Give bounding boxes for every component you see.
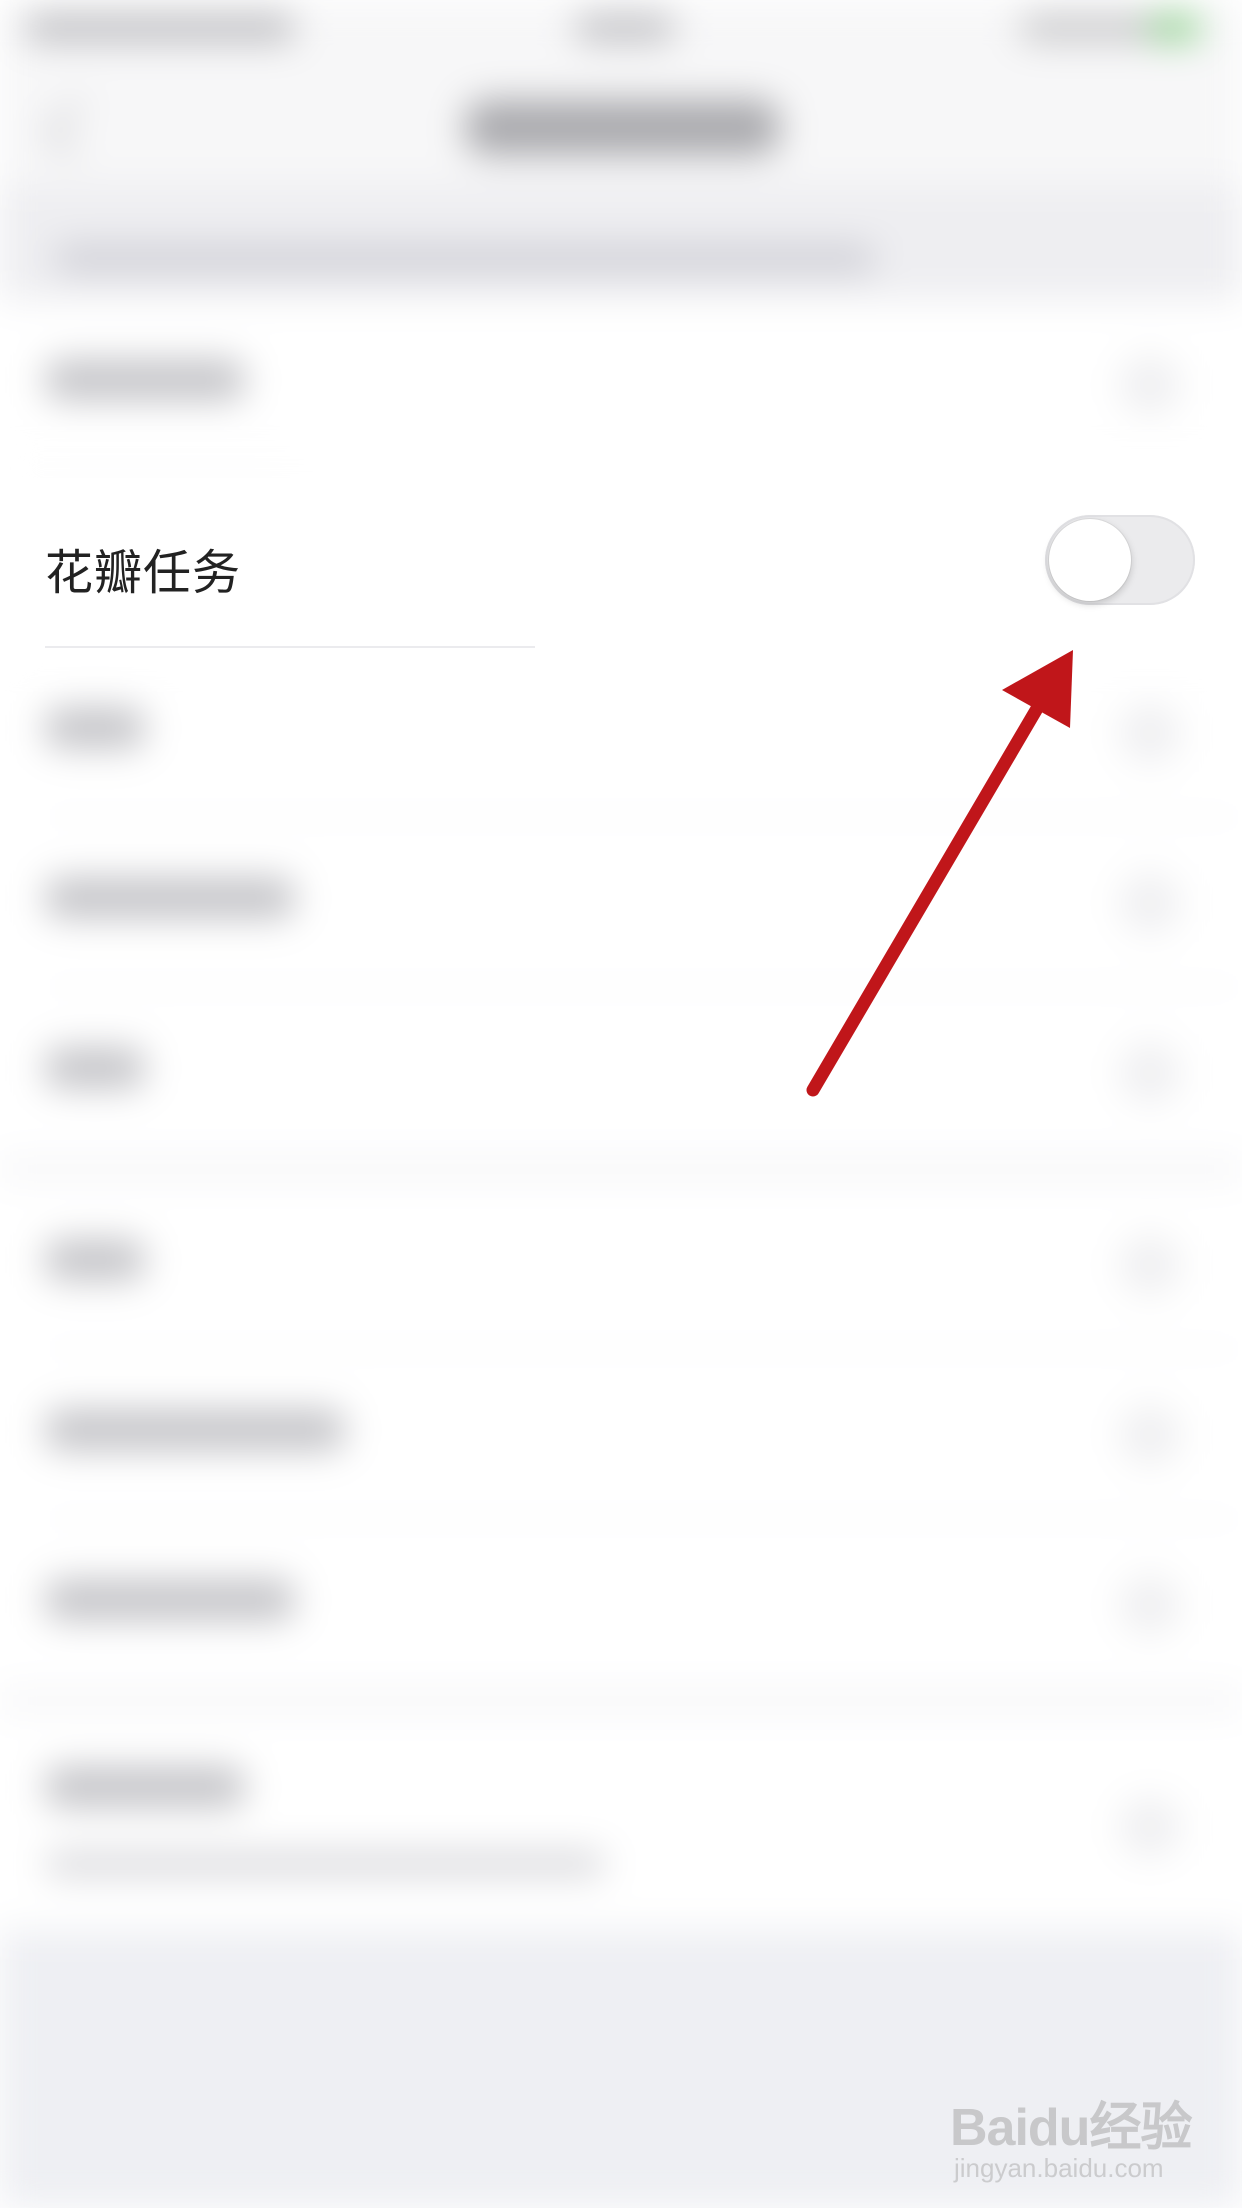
section-gap: [0, 1690, 1242, 1712]
settings-row-blurred[interactable]: [0, 648, 1242, 818]
status-bar: [0, 0, 1242, 60]
row-label-blurred: [45, 360, 245, 400]
setting-label: 花瓣任务: [45, 545, 242, 601]
settings-row-blurred[interactable]: [0, 988, 1242, 1158]
section-hint: [0, 185, 1242, 300]
toggle-knob: [1049, 519, 1131, 601]
back-icon[interactable]: [43, 98, 105, 160]
settings-screen: 花瓣任务 Baidu经验 jingyan.baidu.com: [0, 0, 1242, 2208]
settings-row-blurred[interactable]: [0, 1350, 1242, 1520]
row-control-blurred[interactable]: [1120, 355, 1180, 415]
row-control-blurred[interactable]: [1120, 1235, 1180, 1295]
carrier-signal-blurred: [25, 15, 295, 41]
clock-blurred: [575, 15, 675, 41]
row-control-blurred[interactable]: [1120, 1043, 1180, 1103]
row-label-blurred: [45, 1240, 145, 1280]
huaban-task-toggle[interactable]: [1045, 515, 1195, 605]
row-divider: [45, 468, 280, 470]
watermark-brand: Baidu经验: [950, 2099, 1192, 2157]
setting-row-huaban-task[interactable]: 花瓣任务: [0, 478, 1242, 648]
row-control-blurred[interactable]: [1120, 1405, 1180, 1465]
row-label-blurred: [45, 1410, 345, 1450]
settings-row-blurred[interactable]: [0, 1712, 1242, 1930]
row-divider: [45, 646, 535, 648]
row-label-blurred: [45, 1767, 245, 1807]
settings-row-blurred[interactable]: [0, 1180, 1242, 1350]
row-control-blurred[interactable]: [1120, 703, 1180, 763]
watermark-url: jingyan.baidu.com: [954, 2153, 1164, 2183]
section-gap: [0, 1158, 1242, 1180]
row-control-blurred[interactable]: [1120, 1575, 1180, 1635]
row-control-blurred[interactable]: [1120, 873, 1180, 933]
nav-bar: [0, 60, 1242, 185]
row-label-blurred: [45, 878, 295, 918]
battery-icon: [1150, 15, 1200, 41]
row-label-blurred: [45, 1048, 145, 1088]
hint-text-blurred: [55, 245, 875, 273]
settings-row-blurred[interactable]: [0, 818, 1242, 988]
row-control-blurred[interactable]: [1120, 1797, 1180, 1857]
row-label-blurred: [45, 708, 145, 748]
watermark: Baidu经验 jingyan.baidu.com: [950, 2075, 1230, 2195]
page-title-blurred: [465, 100, 780, 155]
settings-row-blurred[interactable]: [0, 1520, 1242, 1690]
row-label-blurred: [45, 1580, 295, 1620]
settings-row-blurred[interactable]: [0, 300, 1242, 470]
row-sublabel-blurred: [45, 1852, 605, 1876]
